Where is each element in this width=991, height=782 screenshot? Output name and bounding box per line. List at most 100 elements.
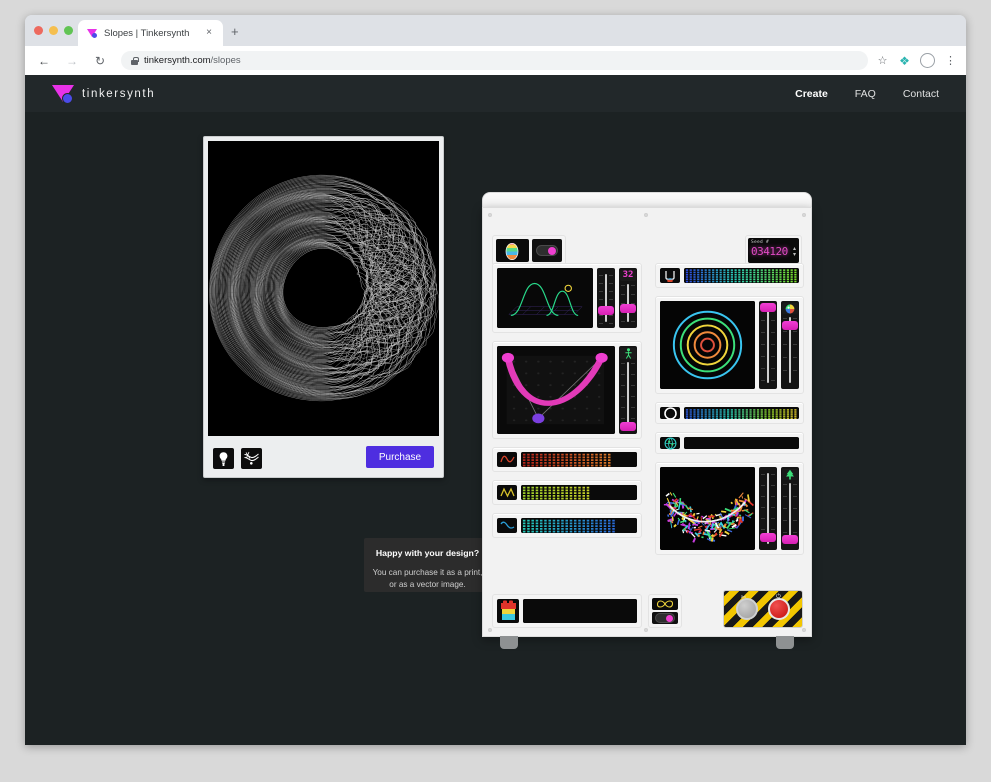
curve-slider[interactable]: [619, 346, 637, 434]
slider-knob[interactable]: [598, 306, 614, 315]
screw-bottom-left: [488, 628, 492, 632]
bezier-curve-screen[interactable]: [497, 346, 615, 434]
rings-slider-2[interactable]: [781, 301, 799, 389]
red-led-grid[interactable]: [521, 452, 637, 467]
seed-spinner-down[interactable]: ▾: [793, 252, 796, 258]
color-wheel-icon: [782, 303, 798, 314]
bucket-led-grid[interactable]: [684, 268, 799, 283]
peaks-graph-screen[interactable]: [497, 268, 593, 328]
triangle-wave-icon[interactable]: [497, 485, 517, 500]
slider-value: 32: [623, 271, 634, 280]
artwork-toolbar: Purchase: [204, 439, 443, 477]
egg-toggle-module: [492, 235, 566, 266]
chaos-scatter-screen[interactable]: [660, 467, 755, 550]
address-bar[interactable]: tinkersynth.com/slopes: [121, 51, 868, 70]
lightbulb-icon[interactable]: [213, 448, 234, 469]
rings-slider-1[interactable]: [759, 301, 777, 389]
seed-value: 034120: [751, 246, 796, 258]
peaks-slider-2[interactable]: 32: [619, 268, 637, 328]
screw-bottom-right: [802, 628, 806, 632]
infinity-toggle-switch[interactable]: [652, 612, 678, 624]
toggle-track: [655, 613, 675, 623]
peaks-slider-1[interactable]: [597, 268, 615, 328]
bucket-icon[interactable]: [660, 268, 680, 283]
block-led-grid[interactable]: [523, 599, 637, 623]
soft-wave-icon[interactable]: [497, 518, 517, 533]
toolbar-icons: ☆ ❖ ⋮: [876, 53, 966, 68]
slopes-artwork-svg: [208, 141, 439, 436]
minimize-window-button[interactable]: [49, 26, 58, 35]
person-icon: [620, 348, 636, 359]
slider-knob[interactable]: [760, 533, 776, 542]
brand-logo-link[interactable]: tinkersynth: [52, 85, 155, 103]
slider-ticks: [621, 285, 635, 321]
new-tab-button[interactable]: +: [231, 26, 239, 38]
slider-knob[interactable]: [782, 321, 798, 330]
wave-row-red: [492, 447, 642, 472]
slider-knob[interactable]: [782, 535, 798, 544]
artwork-canvas[interactable]: [208, 141, 439, 436]
circle-led-grid[interactable]: [684, 407, 799, 419]
seed-spinner[interactable]: ▴ ▾: [793, 246, 796, 258]
tinkersynth-logo-icon: [52, 85, 74, 103]
egg-toggle-switch[interactable]: [532, 239, 562, 262]
window-controls[interactable]: [34, 26, 73, 35]
yellow-led-grid[interactable]: [521, 485, 637, 500]
nav-link-contact[interactable]: Contact: [903, 88, 939, 100]
browser-menu-icon[interactable]: ⋮: [944, 54, 957, 67]
power-icon: ⏻: [776, 594, 781, 601]
slider-knob[interactable]: [760, 303, 776, 312]
browser-tab[interactable]: Slopes | Tinkersynth ×: [78, 20, 223, 46]
chaos-slider-2[interactable]: [781, 467, 799, 550]
nav-link-faq[interactable]: FAQ: [855, 88, 876, 100]
right-module-column: [655, 263, 804, 563]
purchase-button[interactable]: Purchase: [366, 446, 434, 468]
close-window-button[interactable]: [34, 26, 43, 35]
close-tab-icon[interactable]: ×: [204, 28, 214, 38]
shuffle-button[interactable]: [736, 598, 758, 620]
globe-icon[interactable]: [660, 437, 680, 449]
back-icon[interactable]: ←: [33, 50, 55, 72]
screw-top-right: [802, 213, 806, 217]
bookmark-star-icon[interactable]: ☆: [876, 54, 889, 67]
tooltip-line-2: or as a vector image.: [389, 580, 465, 589]
browser-toolbar: ← → ↻ tinkersynth.com/slopes ☆ ❖ ⋮: [25, 46, 966, 75]
nav-links: Create FAQ Contact: [795, 88, 939, 100]
maximize-window-button[interactable]: [64, 26, 73, 35]
chaos-slider-1[interactable]: [759, 467, 777, 550]
rings-module: [655, 296, 804, 394]
machine-foot-right: [776, 636, 794, 649]
extension-icon[interactable]: ❖: [898, 54, 911, 67]
hazard-control-panel: ✄ ⏻: [723, 590, 803, 628]
slider-knob[interactable]: [620, 304, 636, 313]
power-button[interactable]: [768, 598, 790, 620]
lock-icon: [131, 57, 138, 65]
slider-ticks: [761, 308, 775, 382]
slider-ticks: [621, 363, 635, 427]
forward-icon[interactable]: →: [61, 50, 83, 72]
slider-knob[interactable]: [620, 422, 636, 431]
tooltip-body: You can purchase it as a print, or as a …: [372, 567, 483, 590]
concentric-rings-screen[interactable]: [660, 301, 755, 389]
profile-avatar-icon[interactable]: [920, 53, 935, 68]
seed-display[interactable]: Seed # 034120 ▴ ▾: [748, 238, 799, 263]
sine-wave-icon[interactable]: [497, 452, 517, 467]
toggle-knob: [666, 615, 673, 622]
easter-egg-icon[interactable]: [496, 239, 529, 262]
lego-block-icon[interactable]: [497, 599, 519, 623]
slopes-preview-icon[interactable]: [241, 448, 262, 469]
tinkersynth-favicon: [87, 28, 98, 39]
blue-led-grid[interactable]: [521, 518, 637, 533]
toggle-knob: [548, 247, 556, 255]
tab-title: Slopes | Tinkersynth: [104, 28, 189, 39]
globe-module: [655, 432, 804, 454]
globe-led-grid[interactable]: [684, 437, 799, 449]
wave-row-yellow: [492, 480, 642, 505]
infinity-icon[interactable]: [652, 598, 678, 610]
reload-icon[interactable]: ↻: [89, 50, 111, 72]
block-module: [492, 594, 642, 628]
circle-outline-icon[interactable]: [660, 407, 680, 419]
infinity-module: [648, 594, 682, 628]
nav-link-create[interactable]: Create: [795, 88, 828, 100]
machine-top-bezel: [482, 192, 812, 208]
